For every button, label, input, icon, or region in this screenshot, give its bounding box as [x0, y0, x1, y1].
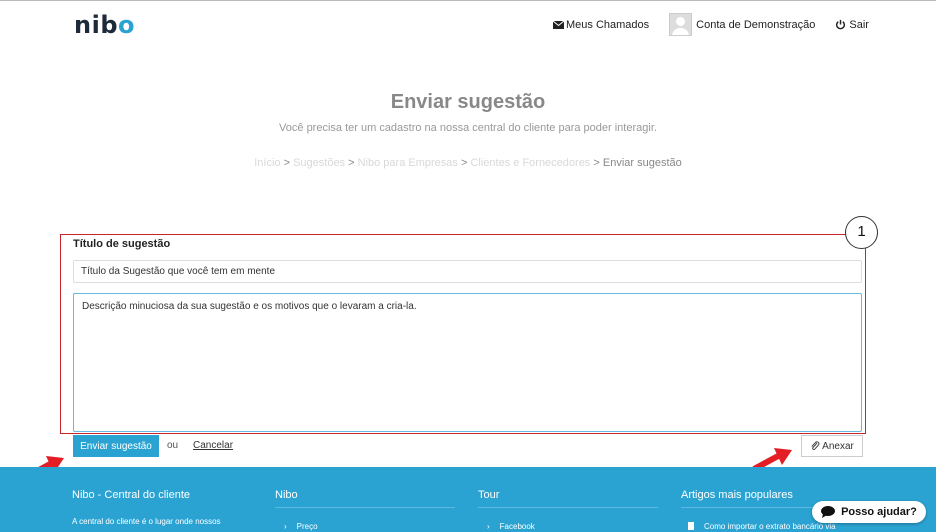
- top-border: [0, 0, 936, 1]
- footer: Nibo - Central do cliente A central do c…: [0, 467, 936, 532]
- suggestion-description-textarea[interactable]: Descrição minuciosa da sua sugestão e os…: [73, 293, 862, 432]
- account-link[interactable]: Conta de Demonstração: [669, 13, 815, 36]
- footer-heading: Artigos mais populares: [681, 489, 793, 501]
- chevron-right-icon: ›: [284, 522, 287, 531]
- breadcrumb-clientes-fornecedores[interactable]: Clientes e Fornecedores: [470, 157, 590, 169]
- document-icon: [688, 522, 694, 530]
- logout-link[interactable]: Sair: [835, 19, 869, 31]
- breadcrumb-separator: >: [283, 157, 291, 169]
- breadcrumb-nibo-empresas[interactable]: Nibo para Empresas: [358, 157, 458, 169]
- logout-label: Sair: [849, 18, 869, 31]
- footer-link[interactable]: › Preço: [284, 522, 318, 531]
- footer-divider: [275, 507, 455, 508]
- nibo-logo[interactable]: nibo: [74, 11, 135, 39]
- footer-link-label: Preço: [296, 522, 318, 531]
- attach-label: Anexar: [822, 440, 854, 452]
- breadcrumb-current: Enviar sugestão: [602, 157, 682, 169]
- footer-column: Artigos mais populares: [681, 489, 793, 501]
- submit-suggestion-button[interactable]: Enviar sugestão: [73, 435, 159, 457]
- chevron-right-icon: ›: [487, 522, 490, 531]
- breadcrumb: Início > Sugestões > Nibo para Empresas …: [0, 157, 936, 169]
- chat-bubble-icon: [821, 506, 836, 518]
- logo-o: o: [118, 11, 135, 39]
- footer-link[interactable]: Como importar o extrato bancário via: [688, 522, 836, 531]
- footer-heading: Tour: [478, 489, 500, 501]
- help-chat-button[interactable]: Posso ajudar?: [812, 501, 926, 523]
- page-subtitle: Você precisa ter um cadastro na nossa ce…: [279, 122, 657, 134]
- footer-link-label: Como importar o extrato bancário via: [704, 522, 836, 531]
- attach-button[interactable]: Anexar: [801, 435, 863, 457]
- power-icon: [836, 19, 846, 30]
- footer-text: A central do cliente é o lugar onde noss…: [72, 517, 221, 526]
- title-label: Título de sugestão: [73, 238, 171, 250]
- footer-column: Nibo: [275, 489, 298, 501]
- cancel-link[interactable]: Cancelar: [193, 440, 233, 451]
- footer-heading: Nibo - Central do cliente: [72, 489, 191, 501]
- breadcrumb-separator: >: [348, 157, 355, 169]
- footer-column: Tour: [478, 489, 499, 501]
- suggestion-title-input[interactable]: [73, 260, 862, 283]
- breadcrumb-home[interactable]: Início: [254, 157, 280, 169]
- help-label: Posso ajudar?: [841, 506, 917, 518]
- or-text: ou: [167, 440, 179, 451]
- footer-link[interactable]: › Facebook: [487, 522, 535, 531]
- page-title: Enviar sugestão: [390, 91, 546, 113]
- breadcrumb-suggestions[interactable]: Sugestões: [293, 157, 345, 169]
- footer-link-label: Facebook: [499, 522, 535, 531]
- envelope-icon: [553, 20, 564, 29]
- breadcrumb-separator: >: [593, 157, 600, 169]
- footer-divider: [478, 507, 658, 508]
- my-tickets-label: Meus Chamados: [566, 18, 650, 31]
- logo-text: nib: [74, 11, 118, 39]
- annotation-badge: 1: [845, 216, 878, 249]
- my-tickets-link[interactable]: Meus Chamados: [553, 19, 649, 31]
- avatar: [669, 13, 693, 36]
- top-nav: Meus Chamados Conta de Demonstração Sair: [553, 13, 869, 36]
- account-label: Conta de Demonstração: [696, 18, 816, 31]
- breadcrumb-separator: >: [460, 157, 468, 169]
- footer-heading: Nibo: [275, 489, 298, 501]
- footer-column: Nibo - Central do cliente: [72, 489, 190, 501]
- paperclip-icon: [811, 441, 820, 451]
